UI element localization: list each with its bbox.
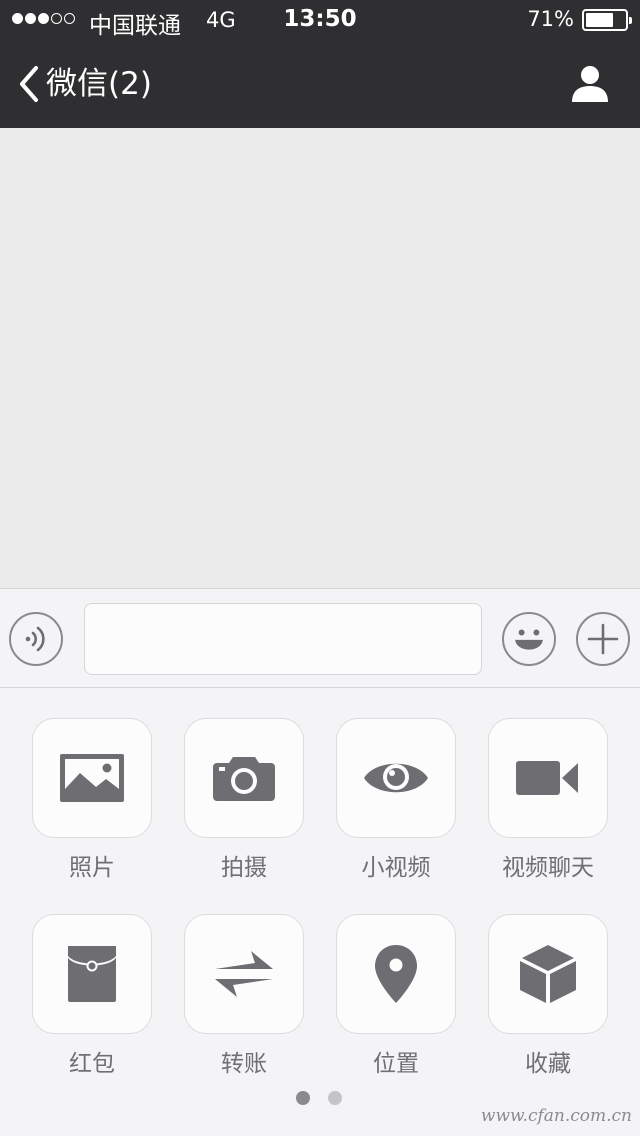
short-video-button[interactable] (336, 718, 456, 838)
tile-short-video: 小视频 (336, 718, 456, 881)
tile-red-packet: 红包 (32, 914, 152, 1077)
back-button[interactable]: 微信(2) (18, 62, 152, 106)
input-toolbar (0, 588, 640, 688)
plus-icon (587, 623, 619, 655)
favorites-button[interactable] (488, 914, 608, 1034)
message-input[interactable] (84, 603, 482, 675)
red-packet-icon (68, 946, 116, 1002)
chevron-left-icon (20, 66, 38, 102)
transfer-icon (215, 951, 273, 997)
video-call-button[interactable] (488, 718, 608, 838)
more-functions-panel: 照片 拍摄 小视频 视频聊天 红包 转账 位置 收藏 (0, 688, 640, 1136)
page-dot-2[interactable] (328, 1091, 342, 1105)
tile-transfer: 转账 (184, 914, 304, 1077)
page-indicator[interactable] (296, 1091, 342, 1105)
tile-label: 收藏 (525, 1051, 571, 1077)
top-bar: 中国联通 4G 13:50 71% 微信(2) (0, 0, 640, 128)
voice-icon (25, 626, 45, 652)
tile-favorites: 收藏 (488, 914, 608, 1077)
person-icon (572, 66, 608, 102)
video-camera-icon (516, 761, 578, 795)
more-functions-button[interactable] (576, 612, 630, 666)
tile-label: 视频聊天 (502, 855, 594, 881)
tile-location: 位置 (336, 914, 456, 1077)
camera-icon (213, 757, 275, 801)
photo-icon (60, 754, 124, 802)
navigation-bar: 微信(2) (0, 40, 640, 128)
chat-info-button[interactable] (570, 64, 610, 104)
battery-icon (582, 9, 632, 31)
eye-icon (364, 763, 428, 793)
tile-photos: 照片 (32, 718, 152, 881)
red-packet-button[interactable] (32, 914, 152, 1034)
favorites-cube-icon (520, 945, 576, 1003)
emoji-button[interactable] (502, 612, 556, 666)
transfer-button[interactable] (184, 914, 304, 1034)
location-icon (375, 945, 417, 1003)
camera-button[interactable] (184, 718, 304, 838)
photos-button[interactable] (32, 718, 152, 838)
tile-video-call: 视频聊天 (488, 718, 608, 881)
voice-toggle-button[interactable] (9, 612, 63, 666)
message-list[interactable] (0, 128, 640, 588)
watermark: www.cfan.com.cn (480, 1106, 632, 1126)
back-label: 微信(2) (46, 66, 152, 102)
tile-camera: 拍摄 (184, 718, 304, 881)
battery-percent: 71% (527, 7, 574, 31)
location-button[interactable] (336, 914, 456, 1034)
page-dot-1[interactable] (296, 1091, 310, 1105)
smiley-icon (515, 629, 543, 650)
status-bar: 中国联通 4G 13:50 71% (0, 0, 640, 40)
